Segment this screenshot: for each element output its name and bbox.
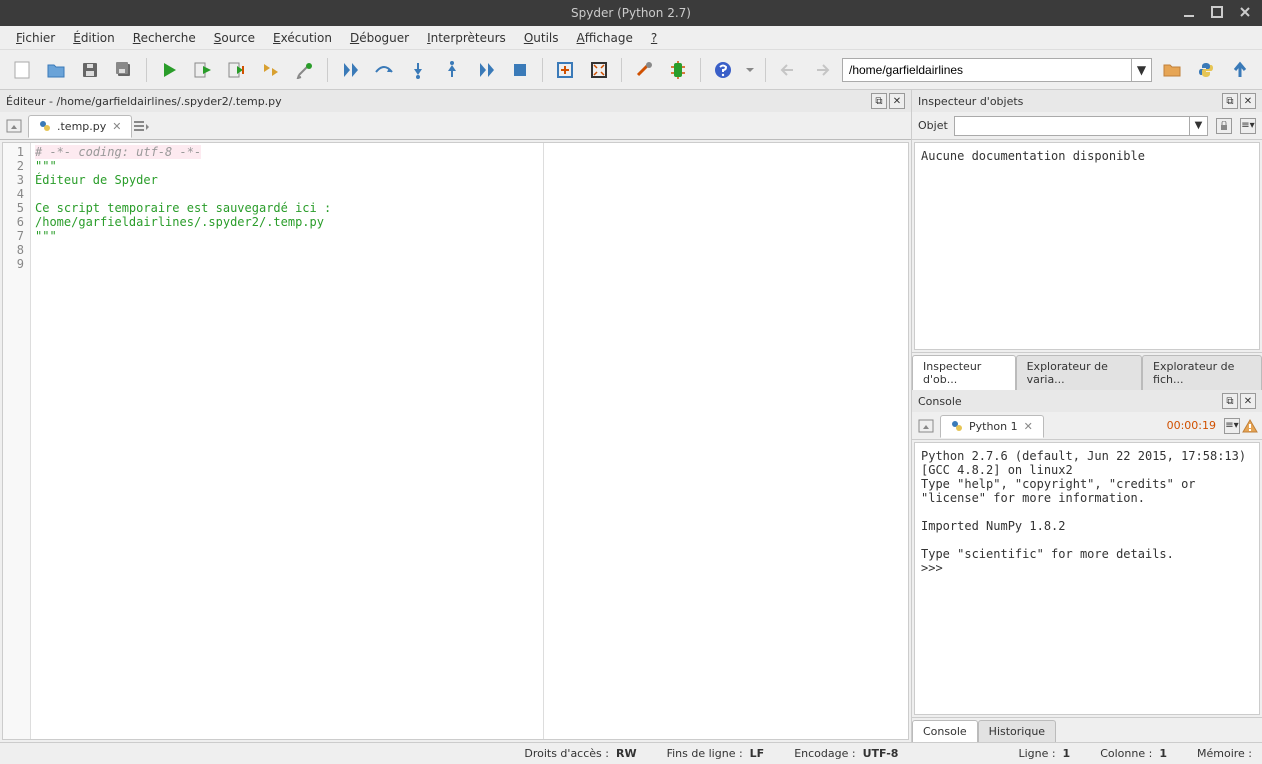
console-tab-python1[interactable]: Python 1 ✕ — [940, 415, 1044, 438]
window-minimize-button[interactable] — [1180, 3, 1198, 21]
inspector-options-icon[interactable]: ≡▾ — [1240, 118, 1256, 134]
inspector-header-title: Inspecteur d'objets — [918, 95, 1023, 108]
run-selection-button[interactable] — [257, 56, 285, 84]
editor-tab-label: .temp.py — [57, 120, 106, 133]
code-area[interactable]: # -*- coding: utf-8 -*- """ Éditeur de S… — [31, 143, 908, 739]
inspector-pane-header: Inspecteur d'objets ⧉ ✕ — [912, 90, 1262, 112]
run-cell-button[interactable] — [189, 56, 217, 84]
fullscreen-button[interactable] — [585, 56, 613, 84]
editor-close-icon[interactable]: ✕ — [889, 93, 905, 109]
tab-inspector[interactable]: Inspecteur d'ob... — [912, 355, 1016, 390]
code-editor[interactable]: 123456789 # -*- coding: utf-8 -*- """ Éd… — [2, 142, 909, 740]
console-close-icon[interactable]: ✕ — [1240, 393, 1256, 409]
tab-console[interactable]: Console — [912, 720, 978, 742]
python-file-icon — [39, 120, 51, 132]
pythonpath-button[interactable] — [664, 56, 692, 84]
tab-variable-explorer[interactable]: Explorateur de varia... — [1016, 355, 1142, 390]
editor-tab-close-icon[interactable]: ✕ — [112, 120, 121, 133]
tab-file-explorer[interactable]: Explorateur de fich... — [1142, 355, 1262, 390]
help-dropdown-icon[interactable] — [743, 56, 757, 84]
menu-execution[interactable]: Exécution — [265, 28, 340, 48]
inspector-bottom-tabs: Inspecteur d'ob... Explorateur de varia.… — [912, 352, 1262, 390]
inspector-doc-text: Aucune documentation disponible — [921, 149, 1145, 163]
console-tab-label: Python 1 — [969, 420, 1018, 433]
browse-directory-button[interactable] — [1158, 56, 1186, 84]
menubar: Fichier Édition Recherche Source Exécuti… — [0, 26, 1262, 50]
maximize-pane-button[interactable] — [551, 56, 579, 84]
inspector-lock-icon[interactable] — [1216, 118, 1232, 134]
console-header-title: Console — [918, 395, 962, 408]
nav-forward-button[interactable] — [808, 56, 836, 84]
console-undock-icon[interactable]: ⧉ — [1222, 393, 1238, 409]
inspector-object-input[interactable] — [955, 117, 1189, 135]
debug-step-over-button[interactable] — [370, 56, 398, 84]
console-timer: 00:00:19 — [1167, 419, 1216, 432]
window-titlebar: Spyder (Python 2.7) — [0, 0, 1262, 26]
inspector-doc-panel: Aucune documentation disponible — [914, 142, 1260, 350]
inspector-close-icon[interactable]: ✕ — [1240, 93, 1256, 109]
editor-header-title: Éditeur - /home/garfieldairlines/.spyder… — [6, 95, 282, 108]
console-browse-tabs-icon[interactable] — [916, 416, 936, 436]
editor-tabbar: .temp.py ✕ — [0, 112, 911, 140]
parent-directory-button[interactable] — [1226, 56, 1254, 84]
menu-recherche[interactable]: Recherche — [125, 28, 204, 48]
tab-history[interactable]: Historique — [978, 720, 1056, 742]
console-warning-icon[interactable] — [1242, 418, 1258, 434]
menu-fichier[interactable]: Fichier — [8, 28, 63, 48]
help-button[interactable] — [709, 56, 737, 84]
menu-outils[interactable]: Outils — [516, 28, 567, 48]
debug-step-into-button[interactable] — [404, 56, 432, 84]
editor-undock-icon[interactable]: ⧉ — [871, 93, 887, 109]
run-button[interactable] — [155, 56, 183, 84]
new-file-button[interactable] — [8, 56, 36, 84]
toolbar: ▼ — [0, 50, 1262, 90]
save-all-button[interactable] — [110, 56, 138, 84]
statusbar: Droits d'accès : RW Fins de ligne : LF E… — [0, 742, 1262, 764]
line-number-gutter: 123456789 — [3, 143, 31, 739]
console-bottom-tabs: Console Historique — [912, 717, 1262, 742]
editor-tab-temppy[interactable]: .temp.py ✕ — [28, 115, 132, 138]
python-icon — [951, 420, 963, 432]
menu-deboguer[interactable]: Déboguer — [342, 28, 417, 48]
status-column: Colonne : 1 — [1100, 747, 1167, 760]
window-title: Spyder (Python 2.7) — [571, 6, 691, 20]
editor-options-icon[interactable] — [132, 116, 152, 136]
run-cell-advance-button[interactable] — [223, 56, 251, 84]
inspector-undock-icon[interactable]: ⧉ — [1222, 93, 1238, 109]
debug-button[interactable] — [336, 56, 364, 84]
status-permissions: Droits d'accès : RW — [524, 747, 636, 760]
debug-step-out-button[interactable] — [438, 56, 466, 84]
menu-affichage[interactable]: Affichage — [569, 28, 641, 48]
debug-stop-button[interactable] — [506, 56, 534, 84]
status-memory: Mémoire : — [1197, 747, 1252, 760]
inspector-objet-label: Objet — [918, 119, 948, 132]
open-file-button[interactable] — [42, 56, 70, 84]
console-options-icon[interactable]: ≡▾ — [1224, 418, 1240, 434]
preferences-icon[interactable] — [630, 56, 658, 84]
working-directory-input[interactable] — [843, 63, 1131, 77]
status-encoding: Encodage : UTF-8 — [794, 747, 898, 760]
editor-browse-tabs-icon[interactable] — [4, 116, 24, 136]
debug-continue-button[interactable] — [472, 56, 500, 84]
window-maximize-button[interactable] — [1208, 3, 1226, 21]
menu-edition[interactable]: Édition — [65, 28, 123, 48]
menu-source[interactable]: Source — [206, 28, 263, 48]
python-icon[interactable] — [1192, 56, 1220, 84]
configure-button[interactable] — [291, 56, 319, 84]
nav-back-button[interactable] — [774, 56, 802, 84]
working-directory-dropdown-icon[interactable]: ▼ — [1131, 59, 1151, 81]
editor-pane-header: Éditeur - /home/garfieldairlines/.spyder… — [0, 90, 911, 112]
working-directory-combo[interactable]: ▼ — [842, 58, 1152, 82]
window-close-button[interactable] — [1236, 3, 1254, 21]
menu-interpreteurs[interactable]: Interprèteurs — [419, 28, 514, 48]
menu-help[interactable]: ? — [643, 28, 665, 48]
status-eol: Fins de ligne : LF — [667, 747, 765, 760]
console-tab-close-icon[interactable]: ✕ — [1024, 420, 1033, 433]
console-output[interactable]: Python 2.7.6 (default, Jun 22 2015, 17:5… — [914, 442, 1260, 715]
inspector-object-combo[interactable]: ▼ — [954, 116, 1208, 136]
status-line: Ligne : 1 — [1018, 747, 1070, 760]
save-button[interactable] — [76, 56, 104, 84]
console-pane-header: Console ⧉ ✕ — [912, 390, 1262, 412]
inspector-object-dropdown-icon[interactable]: ▼ — [1189, 117, 1207, 135]
